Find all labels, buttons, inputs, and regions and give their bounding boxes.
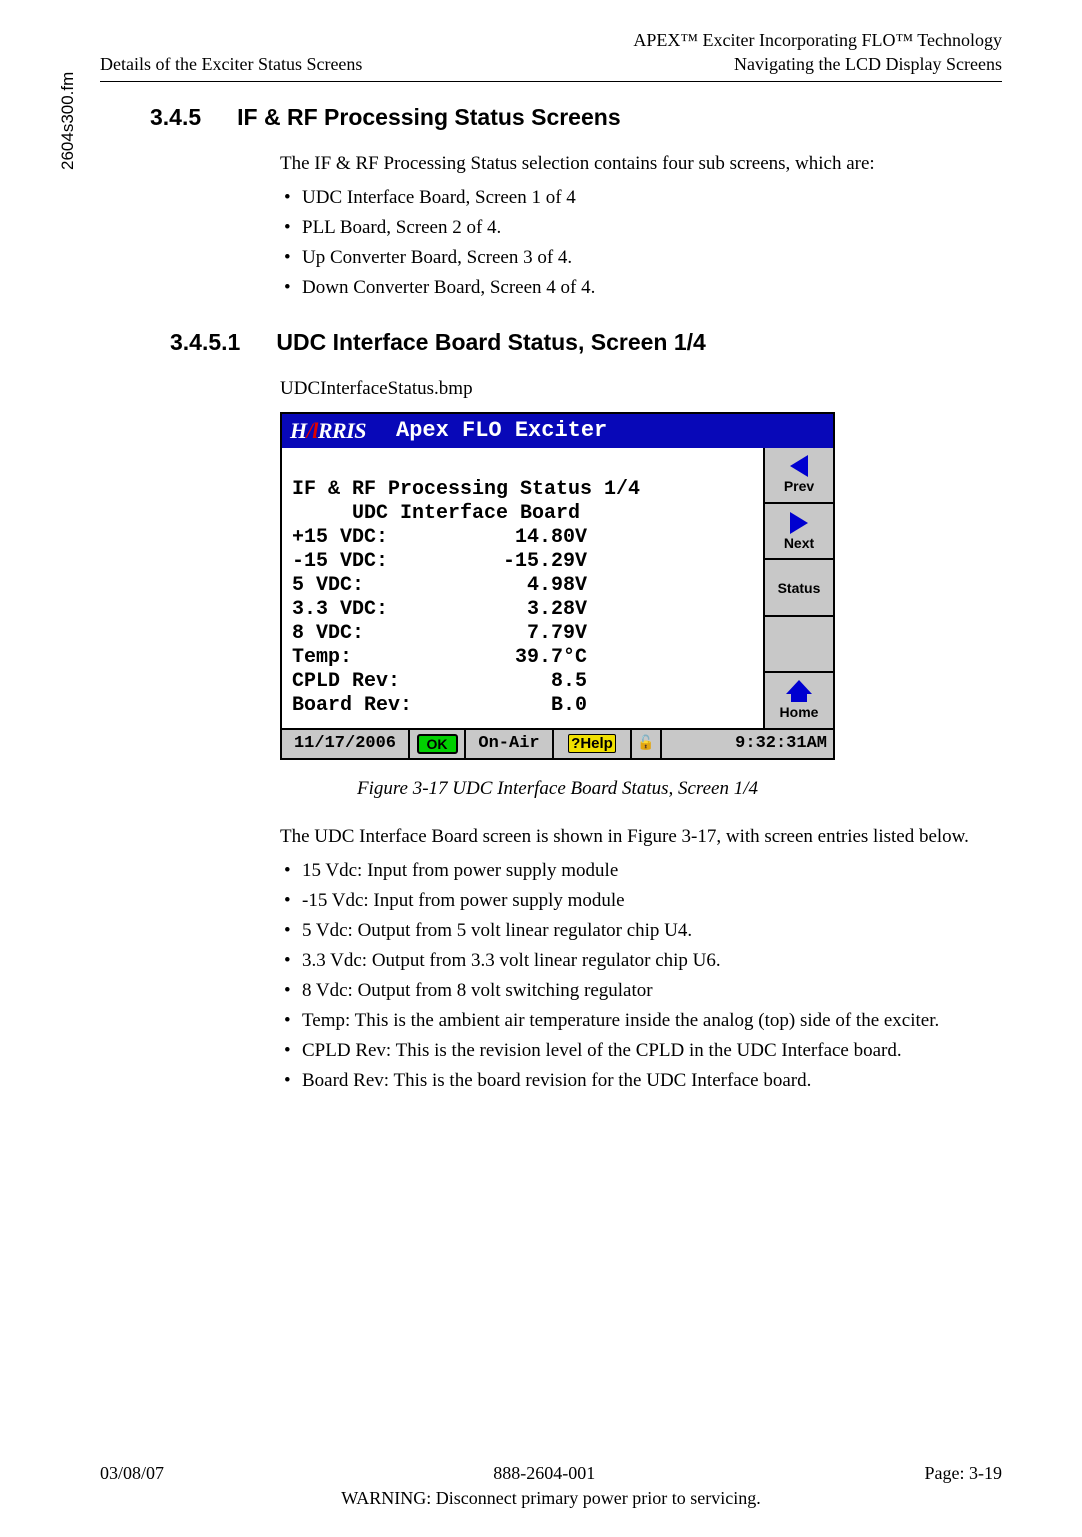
lcd-titlebar: H/lRRIS Apex FLO Exciter bbox=[282, 414, 833, 448]
arrow-right-icon bbox=[790, 512, 808, 534]
side-filename: 2604s300.fm bbox=[58, 72, 78, 170]
harris-logo: H/lRRIS bbox=[290, 418, 366, 444]
blank-button bbox=[765, 617, 833, 673]
lcd-app-title: Apex FLO Exciter bbox=[396, 418, 607, 443]
list-item: PLL Board, Screen 2 of 4. bbox=[280, 217, 1000, 239]
next-button[interactable]: Next bbox=[765, 504, 833, 560]
list-item: Temp: This is the ambient air temperatur… bbox=[280, 1010, 1000, 1032]
status-onair: On-Air bbox=[466, 730, 554, 758]
heading-title: UDC Interface Board Status, Screen 1/4 bbox=[276, 329, 705, 356]
field-descriptions-list: 15 Vdc: Input from power supply module -… bbox=[280, 860, 1000, 1092]
figure-caption: Figure 3-17 UDC Interface Board Status, … bbox=[280, 778, 835, 800]
heading-3-4-5: 3.4.5 IF & RF Processing Status Screens bbox=[150, 104, 1002, 131]
lcd-main-panel: IF & RF Processing Status 1/4 UDC Interf… bbox=[282, 448, 763, 728]
heading-3-4-5-1: 3.4.5.1 UDC Interface Board Status, Scre… bbox=[170, 329, 1002, 356]
lock-icon: 🔓 bbox=[632, 730, 662, 758]
list-item: Up Converter Board, Screen 3 of 4. bbox=[280, 247, 1000, 269]
list-item: 5 Vdc: Output from 5 volt linear regulat… bbox=[280, 920, 1000, 942]
lcd-status-bar: 11/17/2006 OK On-Air ?Help 🔓 9:32:31AM bbox=[282, 728, 833, 758]
footer-doc-number: 888-2604-001 bbox=[493, 1461, 595, 1486]
bmp-filename: UDCInterfaceStatus.bmp bbox=[280, 378, 1000, 400]
list-item: Down Converter Board, Screen 4 of 4. bbox=[280, 277, 1000, 299]
status-time: 9:32:31AM bbox=[662, 730, 833, 758]
header-left: Details of the Exciter Status Screens bbox=[100, 28, 362, 77]
arrow-left-icon bbox=[790, 455, 808, 477]
list-item: CPLD Rev: This is the revision level of … bbox=[280, 1040, 1000, 1062]
list-item: 15 Vdc: Input from power supply module bbox=[280, 860, 1000, 882]
header-rule bbox=[100, 81, 1002, 82]
status-button[interactable]: Status bbox=[765, 560, 833, 616]
intro-paragraph: The IF & RF Processing Status selection … bbox=[280, 153, 1000, 175]
list-item: 8 Vdc: Output from 8 volt switching regu… bbox=[280, 980, 1000, 1002]
header-right: APEX™ Exciter Incorporating FLO™ Technol… bbox=[633, 28, 1002, 77]
footer-date: 03/08/07 bbox=[100, 1461, 164, 1486]
page-header: Details of the Exciter Status Screens AP… bbox=[100, 28, 1002, 77]
heading-number: 3.4.5.1 bbox=[170, 329, 240, 356]
sub-screen-list: UDC Interface Board, Screen 1 of 4 PLL B… bbox=[280, 187, 1000, 299]
list-item: UDC Interface Board, Screen 1 of 4 bbox=[280, 187, 1000, 209]
post-figure-paragraph: The UDC Interface Board screen is shown … bbox=[280, 826, 1000, 848]
status-help[interactable]: ?Help bbox=[554, 730, 632, 758]
home-button[interactable]: Home bbox=[765, 673, 833, 727]
home-icon bbox=[786, 680, 812, 694]
status-ok: OK bbox=[410, 730, 466, 758]
heading-title: IF & RF Processing Status Screens bbox=[237, 104, 620, 131]
prev-button[interactable]: Prev bbox=[765, 448, 833, 504]
heading-number: 3.4.5 bbox=[150, 104, 201, 131]
footer-warning: WARNING: Disconnect primary power prior … bbox=[100, 1486, 1002, 1511]
status-date: 11/17/2006 bbox=[282, 730, 410, 758]
lcd-screenshot: H/lRRIS Apex FLO Exciter IF & RF Process… bbox=[280, 412, 835, 760]
lcd-side-buttons: Prev Next Status Home bbox=[763, 448, 833, 728]
list-item: Board Rev: This is the board revision fo… bbox=[280, 1070, 1000, 1092]
page-footer: 03/08/07 888-2604-001 Page: 3-19 WARNING… bbox=[100, 1461, 1002, 1511]
list-item: -15 Vdc: Input from power supply module bbox=[280, 890, 1000, 912]
list-item: 3.3 Vdc: Output from 3.3 volt linear reg… bbox=[280, 950, 1000, 972]
footer-page-number: Page: 3-19 bbox=[925, 1461, 1002, 1486]
